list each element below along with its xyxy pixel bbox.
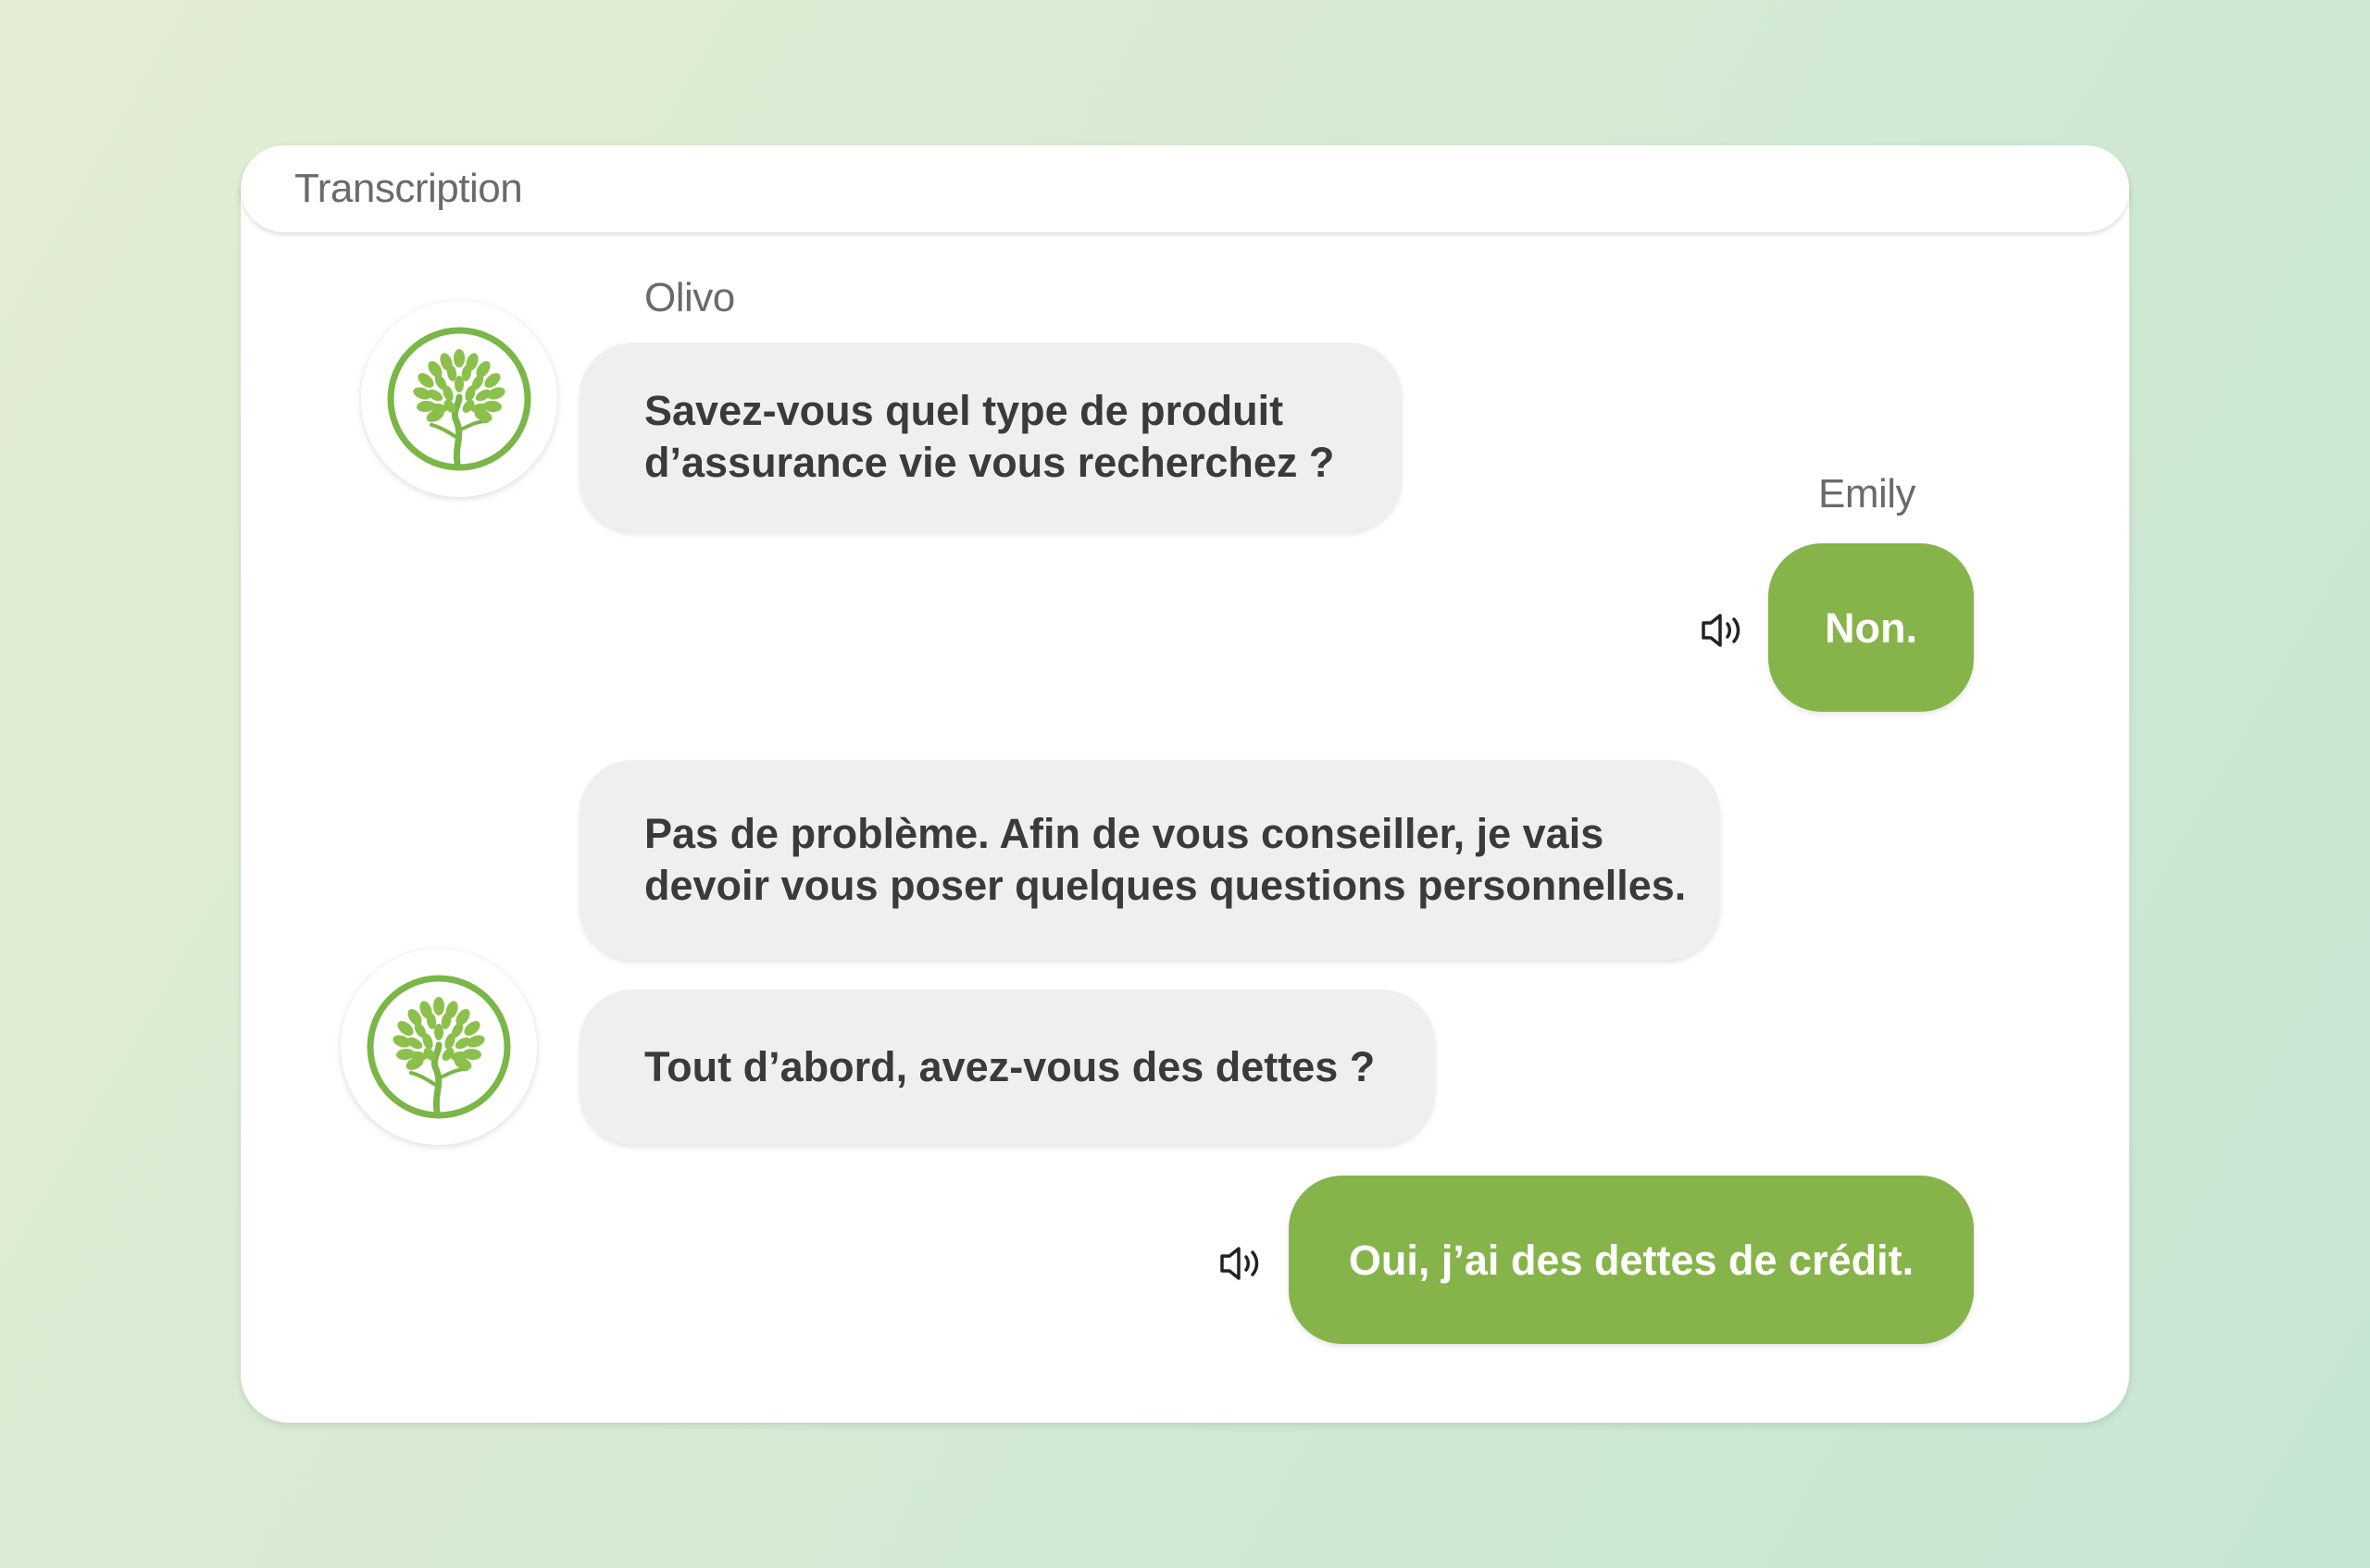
user-speaker-name: Emily <box>1818 471 1916 516</box>
message-line: Pas de problème. Afin de vous conseiller… <box>644 810 1604 857</box>
user-message-bubble: Oui, j’ai des dettes de crédit. <box>1289 1176 1974 1344</box>
panel-title: Transcription <box>294 166 523 211</box>
message-line: Tout d’abord, avez-vous des dettes ? <box>644 1043 1376 1090</box>
bot-avatar <box>361 301 557 497</box>
bot-message-bubble: Pas de problème. Afin de vous conseiller… <box>580 760 1720 960</box>
message-line: Savez-vous quel type de produit <box>644 387 1284 434</box>
speaker-icon[interactable] <box>1218 1243 1263 1284</box>
speaker-icon[interactable] <box>1700 610 1744 651</box>
bot-message-bubble: Savez-vous quel type de produit d’assura… <box>580 342 1402 531</box>
message-line: devoir vous poser quelques questions per… <box>644 862 1687 909</box>
message-line: Oui, j’ai des dettes de crédit. <box>1348 1237 1915 1284</box>
panel-header: Transcription <box>241 145 2129 232</box>
transcription-panel: Transcription Olivo Savez-vous quel type… <box>241 145 2129 1423</box>
bot-avatar <box>341 949 537 1145</box>
tree-logo-icon <box>341 949 537 1145</box>
message-line: d’assurance vie vous recherchez ? <box>644 439 1335 486</box>
bot-speaker-name: Olivo <box>644 275 735 320</box>
user-message-bubble: Non. <box>1768 543 1974 712</box>
bot-message-bubble: Tout d’abord, avez-vous des dettes ? <box>580 989 1435 1145</box>
message-line: Non. <box>1825 604 1917 652</box>
tree-logo-icon <box>361 301 557 497</box>
